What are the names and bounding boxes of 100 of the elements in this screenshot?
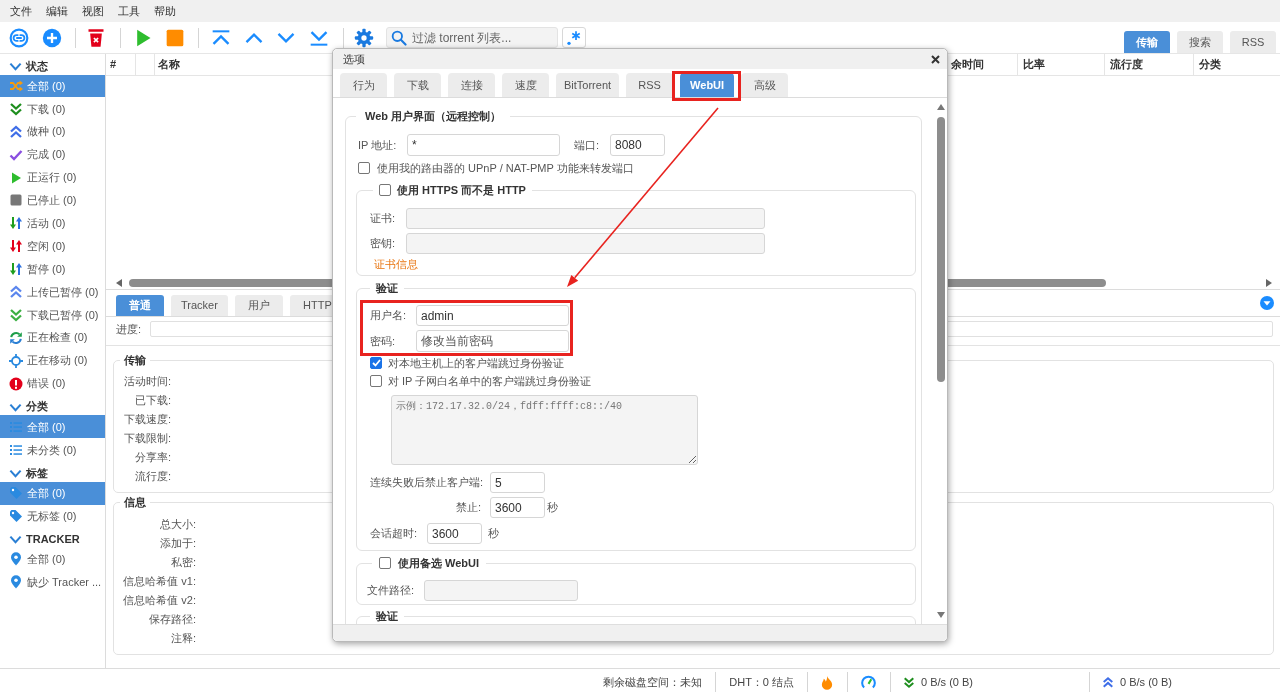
check-icon xyxy=(371,359,381,367)
field-label: 端口: xyxy=(574,137,601,153)
sidebar-item[interactable]: 做种 (0) xyxy=(0,120,105,144)
checkbox-label: 使用我的路由器的 UPnP / NAT-PMP 功能来转发端口 xyxy=(377,160,634,176)
double-chevron-up-icon xyxy=(1102,675,1115,689)
column-header[interactable]: 流行度 xyxy=(1104,54,1193,75)
field-label: 分享率: xyxy=(133,450,171,466)
scroll-down-arrow-icon[interactable] xyxy=(936,612,945,618)
up-down-arrows-icon xyxy=(9,262,23,277)
checkbox[interactable] xyxy=(358,162,370,174)
sidebar-item[interactable]: 正在移动 (0) xyxy=(0,349,105,373)
sidebar-item[interactable]: 下载已暂停 (0) xyxy=(0,303,105,327)
dialog-tab[interactable]: BitTorrent xyxy=(556,73,620,97)
section-title: 传输 xyxy=(123,353,147,368)
double-chevron-up-icon xyxy=(9,124,23,139)
menu-item[interactable]: 编辑 xyxy=(39,2,75,20)
double-chevron-down-icon xyxy=(9,307,23,322)
scroll-left-arrow-icon[interactable] xyxy=(116,278,122,287)
ban-duration-field[interactable]: 3600 xyxy=(490,497,545,518)
ip-whitelist-field[interactable]: 示例：172.17.32.0/24，fdff:ffff:c8::/40 xyxy=(391,395,698,465)
sidebar-item[interactable]: 未分类 (0) xyxy=(0,438,105,462)
map-pin-icon xyxy=(9,575,23,590)
flame-icon[interactable] xyxy=(821,674,834,690)
column-header[interactable]: 余时间 xyxy=(949,54,1017,75)
sidebar-item[interactable]: 已停止 (0) xyxy=(0,188,105,212)
regex-icon xyxy=(566,29,582,46)
ban-attempts-field[interactable]: 5 xyxy=(490,472,545,493)
section-title: 使用 HTTPS 而不是 HTTP xyxy=(397,182,526,198)
column-header[interactable]: 比率 xyxy=(1017,54,1104,75)
checkbox[interactable] xyxy=(370,375,382,387)
sidebar-item[interactable]: 空闲 (0) xyxy=(0,234,105,258)
up-down-arrows-icon xyxy=(9,239,23,254)
search-field[interactable]: 过滤 torrent 列表... xyxy=(386,27,558,48)
double-chevron-down-icon xyxy=(903,675,916,689)
port-field[interactable]: 8080 xyxy=(610,134,665,156)
sidebar-item[interactable]: 无标签 (0) xyxy=(0,504,105,528)
field-label: 秒 xyxy=(488,526,499,542)
dialog-tab[interactable]: RSS xyxy=(626,73,674,97)
dialog-tab[interactable]: 行为 xyxy=(340,73,387,97)
sidebar-item[interactable]: 错误 (0) xyxy=(0,372,105,395)
view-tab[interactable]: 搜索 xyxy=(1177,31,1223,53)
upload-speed: 0 B/s (0 B) xyxy=(1120,674,1172,690)
sidebar-item[interactable]: 上传已暂停 (0) xyxy=(0,280,105,304)
field-label: 活动时间: xyxy=(122,374,171,390)
dialog-tab[interactable]: 速度 xyxy=(502,73,549,97)
sidebar-item[interactable]: 活动 (0) xyxy=(0,211,105,235)
collapse-dropdown-icon[interactable] xyxy=(1260,296,1274,310)
map-pin-icon xyxy=(9,552,23,567)
field-label: 密码: xyxy=(370,333,397,349)
view-tab[interactable]: RSS xyxy=(1230,31,1276,53)
sidebar-item[interactable]: 全部 (0) xyxy=(0,548,105,571)
sidebar-section-header[interactable]: 分类 xyxy=(0,394,105,416)
menu-item[interactable]: 文件 xyxy=(3,2,39,20)
menu-item[interactable]: 视图 xyxy=(75,2,111,20)
dht-status: DHT：0 结点 xyxy=(729,674,795,690)
sidebar-section-header[interactable]: 标签 xyxy=(0,461,105,482)
check-icon xyxy=(9,147,23,162)
field-label: IP 地址: xyxy=(358,137,398,153)
sidebar-section-header[interactable]: 状态 xyxy=(0,54,105,75)
sidebar-item[interactable]: 缺少 Tracker ... xyxy=(0,570,105,594)
close-button[interactable] xyxy=(929,53,941,65)
sidebar-item[interactable]: 正运行 (0) xyxy=(0,166,105,189)
checkbox[interactable] xyxy=(379,184,391,196)
details-tab[interactable]: 用户 xyxy=(234,295,283,316)
details-tab[interactable]: Tracker xyxy=(171,295,228,316)
speed-gauge-icon[interactable] xyxy=(861,675,877,689)
column-header[interactable]: # xyxy=(106,54,136,75)
sidebar-item[interactable]: 下载 (0) xyxy=(0,97,105,121)
field-label: 连续失败后禁止客户端: xyxy=(370,475,485,491)
search-input[interactable]: 过滤 torrent 列表... xyxy=(412,28,557,47)
field-label: 信息哈希值 v1: xyxy=(122,574,196,590)
scrollbar-thumb[interactable] xyxy=(936,117,945,382)
session-timeout-field[interactable]: 3600 xyxy=(427,523,482,544)
password-field[interactable]: 修改当前密码 xyxy=(416,330,569,352)
menu-item[interactable]: 帮助 xyxy=(147,2,183,20)
ip-address-field[interactable]: * xyxy=(407,134,560,156)
username-field[interactable]: admin xyxy=(416,305,569,326)
menu-item[interactable]: 工具 xyxy=(111,2,147,20)
scroll-up-arrow-icon[interactable] xyxy=(936,104,945,110)
scroll-right-arrow-icon[interactable] xyxy=(1266,278,1272,287)
dialog-tab[interactable]: 下载 xyxy=(394,73,441,97)
field-label: 添加于: xyxy=(158,536,196,552)
checkbox[interactable] xyxy=(370,357,382,369)
sidebar-item[interactable]: 暂停 (0) xyxy=(0,257,105,281)
square-icon xyxy=(9,193,23,208)
sidebar-item[interactable]: 正在检查 (0) xyxy=(0,326,105,350)
field-label: 禁止: xyxy=(454,500,482,516)
regex-toggle-button[interactable] xyxy=(562,27,586,48)
sidebar-item[interactable]: 完成 (0) xyxy=(0,143,105,167)
field-label: 已下载: xyxy=(133,393,171,409)
field-label: 进度: xyxy=(116,321,143,337)
dialog-tab[interactable]: 高级 xyxy=(741,73,789,97)
checkbox[interactable] xyxy=(379,557,391,569)
column-header[interactable]: 分类 xyxy=(1193,54,1280,75)
checkbox-label: 对 IP 子网白名单中的客户端跳过身份验证 xyxy=(388,373,592,389)
dialog-tab[interactable]: 连接 xyxy=(448,73,495,97)
double-chevron-down-icon xyxy=(9,101,23,116)
list-icon xyxy=(9,442,23,457)
field-label: 文件路径: xyxy=(367,583,416,599)
sidebar-section-header[interactable]: TRACKER xyxy=(0,527,105,549)
